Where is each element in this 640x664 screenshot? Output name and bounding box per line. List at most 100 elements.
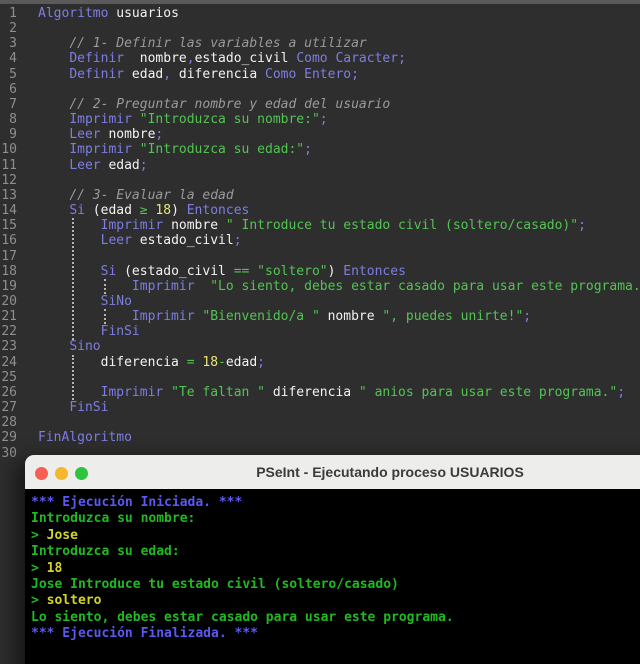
token: Si — [100, 263, 117, 279]
line-number: 24 — [1, 354, 17, 370]
line-number: 2 — [9, 21, 17, 37]
line-number: 5 — [9, 66, 17, 82]
line-number: 13 — [1, 187, 17, 203]
token: "Te faltan " — [171, 384, 265, 400]
token: ; — [523, 309, 532, 325]
code-line: 25 — [0, 370, 640, 385]
line-number: 28 — [1, 415, 17, 431]
console-output[interactable]: *** Ejecución Iniciada. *** Introduzca su… — [25, 489, 640, 664]
token: *** Ejecución Iniciada. *** — [31, 495, 243, 510]
code-line: 17 — [0, 249, 640, 264]
token: ≥ — [139, 203, 148, 219]
code-line: 9 Leer nombre; — [0, 127, 640, 142]
code-line: 6 — [0, 82, 640, 97]
code-line: 8 Imprimir "Introduzca su nombre:"; — [0, 112, 640, 127]
code-line: 5 Definir edad, diferencia Como Entero; — [0, 67, 640, 82]
code-line: 11 Leer edad; — [0, 158, 640, 173]
line-number: 19 — [1, 278, 17, 294]
code-line: 22 FinSi — [0, 324, 640, 339]
line-number: 14 — [1, 203, 17, 219]
code-line: 27 FinSi — [0, 400, 640, 415]
token: // 1- Definir las variables a utilizar — [69, 36, 367, 52]
token: ; — [617, 384, 626, 400]
code-line: 2 — [0, 21, 640, 36]
token: ) — [171, 203, 187, 219]
editor-top-border — [0, 0, 640, 4]
token: Imprimir — [100, 384, 164, 400]
terminal-line: *** Ejecución Iniciada. *** — [31, 495, 640, 511]
line-number: 18 — [1, 263, 17, 279]
token: nombre — [100, 127, 156, 143]
token: "Introduzca su edad:" — [139, 142, 305, 158]
token: Entonces — [343, 263, 406, 279]
token: Leer — [69, 127, 101, 143]
token: Leer — [100, 233, 132, 249]
token: > — [31, 593, 47, 609]
execution-window: PSeInt - Ejecutando proceso USUARIOS ***… — [25, 455, 640, 664]
token: Como — [265, 66, 297, 82]
code-line: 20 SiNo — [0, 294, 640, 309]
token: *** Ejecución Finalizada. *** — [31, 626, 258, 642]
line-number: 30 — [1, 445, 17, 461]
token: diferencia — [265, 384, 359, 400]
token: // 2- Preguntar nombre y edad del usuari… — [69, 96, 391, 112]
token: (edad — [84, 203, 140, 219]
token: " anios para usar este programa." — [358, 384, 618, 400]
line-number: 23 — [1, 339, 17, 355]
indent-guide — [104, 279, 106, 294]
line-number: 17 — [1, 248, 17, 264]
token: Si — [69, 203, 85, 219]
window-titlebar[interactable]: PSeInt - Ejecutando proceso USUARIOS — [25, 455, 640, 489]
token: > — [31, 527, 47, 543]
code-line: 19 Imprimir "Lo siento, debes estar casa… — [0, 279, 640, 294]
terminal-line: > 18 — [31, 561, 640, 577]
code-line: 13 // 3- Evaluar la edad — [0, 188, 640, 203]
line-number: 29 — [1, 430, 17, 446]
token: diferencia — [171, 66, 265, 82]
line-number: 1 — [9, 6, 17, 21]
token: ; — [155, 127, 164, 143]
token: == — [233, 263, 250, 279]
token: 18 — [155, 203, 172, 219]
line-number: 11 — [1, 157, 17, 173]
token: Leer — [69, 157, 101, 173]
token: ; — [257, 354, 265, 370]
token: Algoritmo — [38, 6, 109, 21]
token: nombre — [319, 309, 383, 325]
token: ", puedes unirte!" — [382, 309, 524, 325]
token: Entonces — [186, 203, 250, 219]
code-line: 16 Leer estado_civil; — [0, 233, 640, 248]
token: ; — [139, 157, 148, 173]
token: edad — [225, 354, 258, 370]
token: ; — [233, 233, 242, 249]
token: , — [163, 66, 172, 82]
token: " Introduce tu estado civil (soltero/cas… — [225, 218, 579, 234]
code-line: 29 FinAlgoritmo — [0, 430, 640, 445]
line-number: 6 — [9, 81, 17, 97]
token: Imprimir — [131, 309, 195, 325]
code-line: 7 // 2- Preguntar nombre y edad del usua… — [0, 97, 640, 112]
code-line: 12 — [0, 173, 640, 188]
line-number: 27 — [1, 400, 17, 416]
line-number: 16 — [1, 233, 17, 249]
code-line: 21 Imprimir "Bienvenido/a " nombre ", pu… — [0, 309, 640, 324]
